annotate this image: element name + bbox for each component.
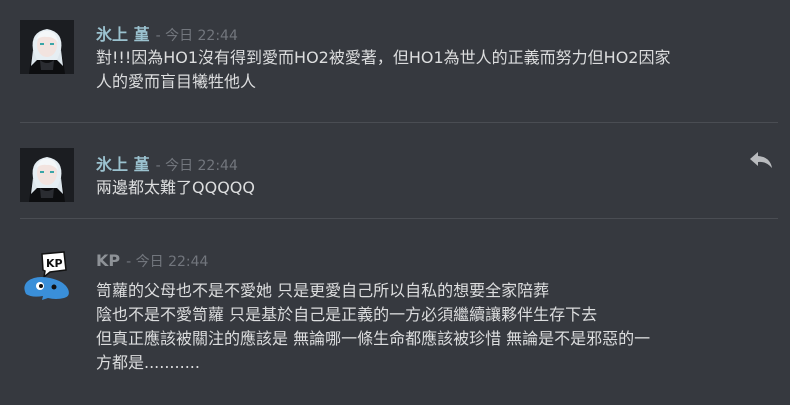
- message-header: 氷上 堇 - 今日 22:44: [96, 151, 238, 174]
- avatar[interactable]: [20, 148, 74, 202]
- message-line: 對!!!因為HO1沒有得到愛而HO2被愛著，但HO1為世人的正義而努力但HO2因…: [96, 48, 671, 67]
- message-line: 兩邊都太難了QQQQQ: [96, 178, 255, 197]
- chat-log: 氷上 堇 - 今日 22:44 對!!!因為HO1沒有得到愛而HO2被愛著，但H…: [0, 0, 790, 405]
- author-name[interactable]: 氷上 堇: [96, 151, 150, 175]
- message-line: 方都是...........: [96, 353, 200, 372]
- anime-girl-avatar-icon: [20, 20, 74, 74]
- timestamp: - 今日 22:44: [126, 254, 209, 270]
- message-line: 陰也不是不愛笥蘿 只是基於自己是正義的一方必須繼續讓夥伴生存下去: [96, 305, 598, 324]
- message-line: 但真正應該被關注的應該是 無論哪一條生命都應該被珍惜 無論是不是邪惡的一: [96, 329, 651, 348]
- message-header: 氷上 堇 - 今日 22:44: [96, 21, 238, 44]
- message-line: 笥蘿的父母也不是不愛她 只是更愛自己所以自私的想要全家陪葬: [96, 281, 550, 300]
- message-content: 兩邊都太難了QQQQQ: [96, 176, 786, 200]
- avatar[interactable]: [20, 20, 74, 74]
- author-name[interactable]: 氷上 堇: [96, 21, 150, 45]
- message-divider: [20, 122, 778, 123]
- kp-badge-label: KP: [46, 257, 63, 270]
- message-content: 笥蘿的父母也不是不愛她 只是更愛自己所以自私的想要全家陪葬 陰也不是不愛笥蘿 只…: [96, 279, 786, 375]
- timestamp: - 今日 22:44: [155, 158, 238, 174]
- message-content: 對!!!因為HO1沒有得到愛而HO2被愛著，但HO1為世人的正義而努力但HO2因…: [96, 46, 786, 94]
- author-name[interactable]: KP: [96, 251, 120, 270]
- message-divider: [20, 218, 778, 219]
- anime-girl-avatar-icon: [20, 148, 74, 202]
- avatar[interactable]: KP: [20, 248, 74, 302]
- message-header: KP - 今日 22:44: [96, 251, 208, 271]
- message-line: 人的愛而盲目犧牲他人: [96, 72, 257, 91]
- kp-mascot-avatar-icon: KP: [20, 248, 74, 302]
- reply-icon[interactable]: [749, 151, 773, 169]
- timestamp: - 今日 22:44: [155, 28, 238, 44]
